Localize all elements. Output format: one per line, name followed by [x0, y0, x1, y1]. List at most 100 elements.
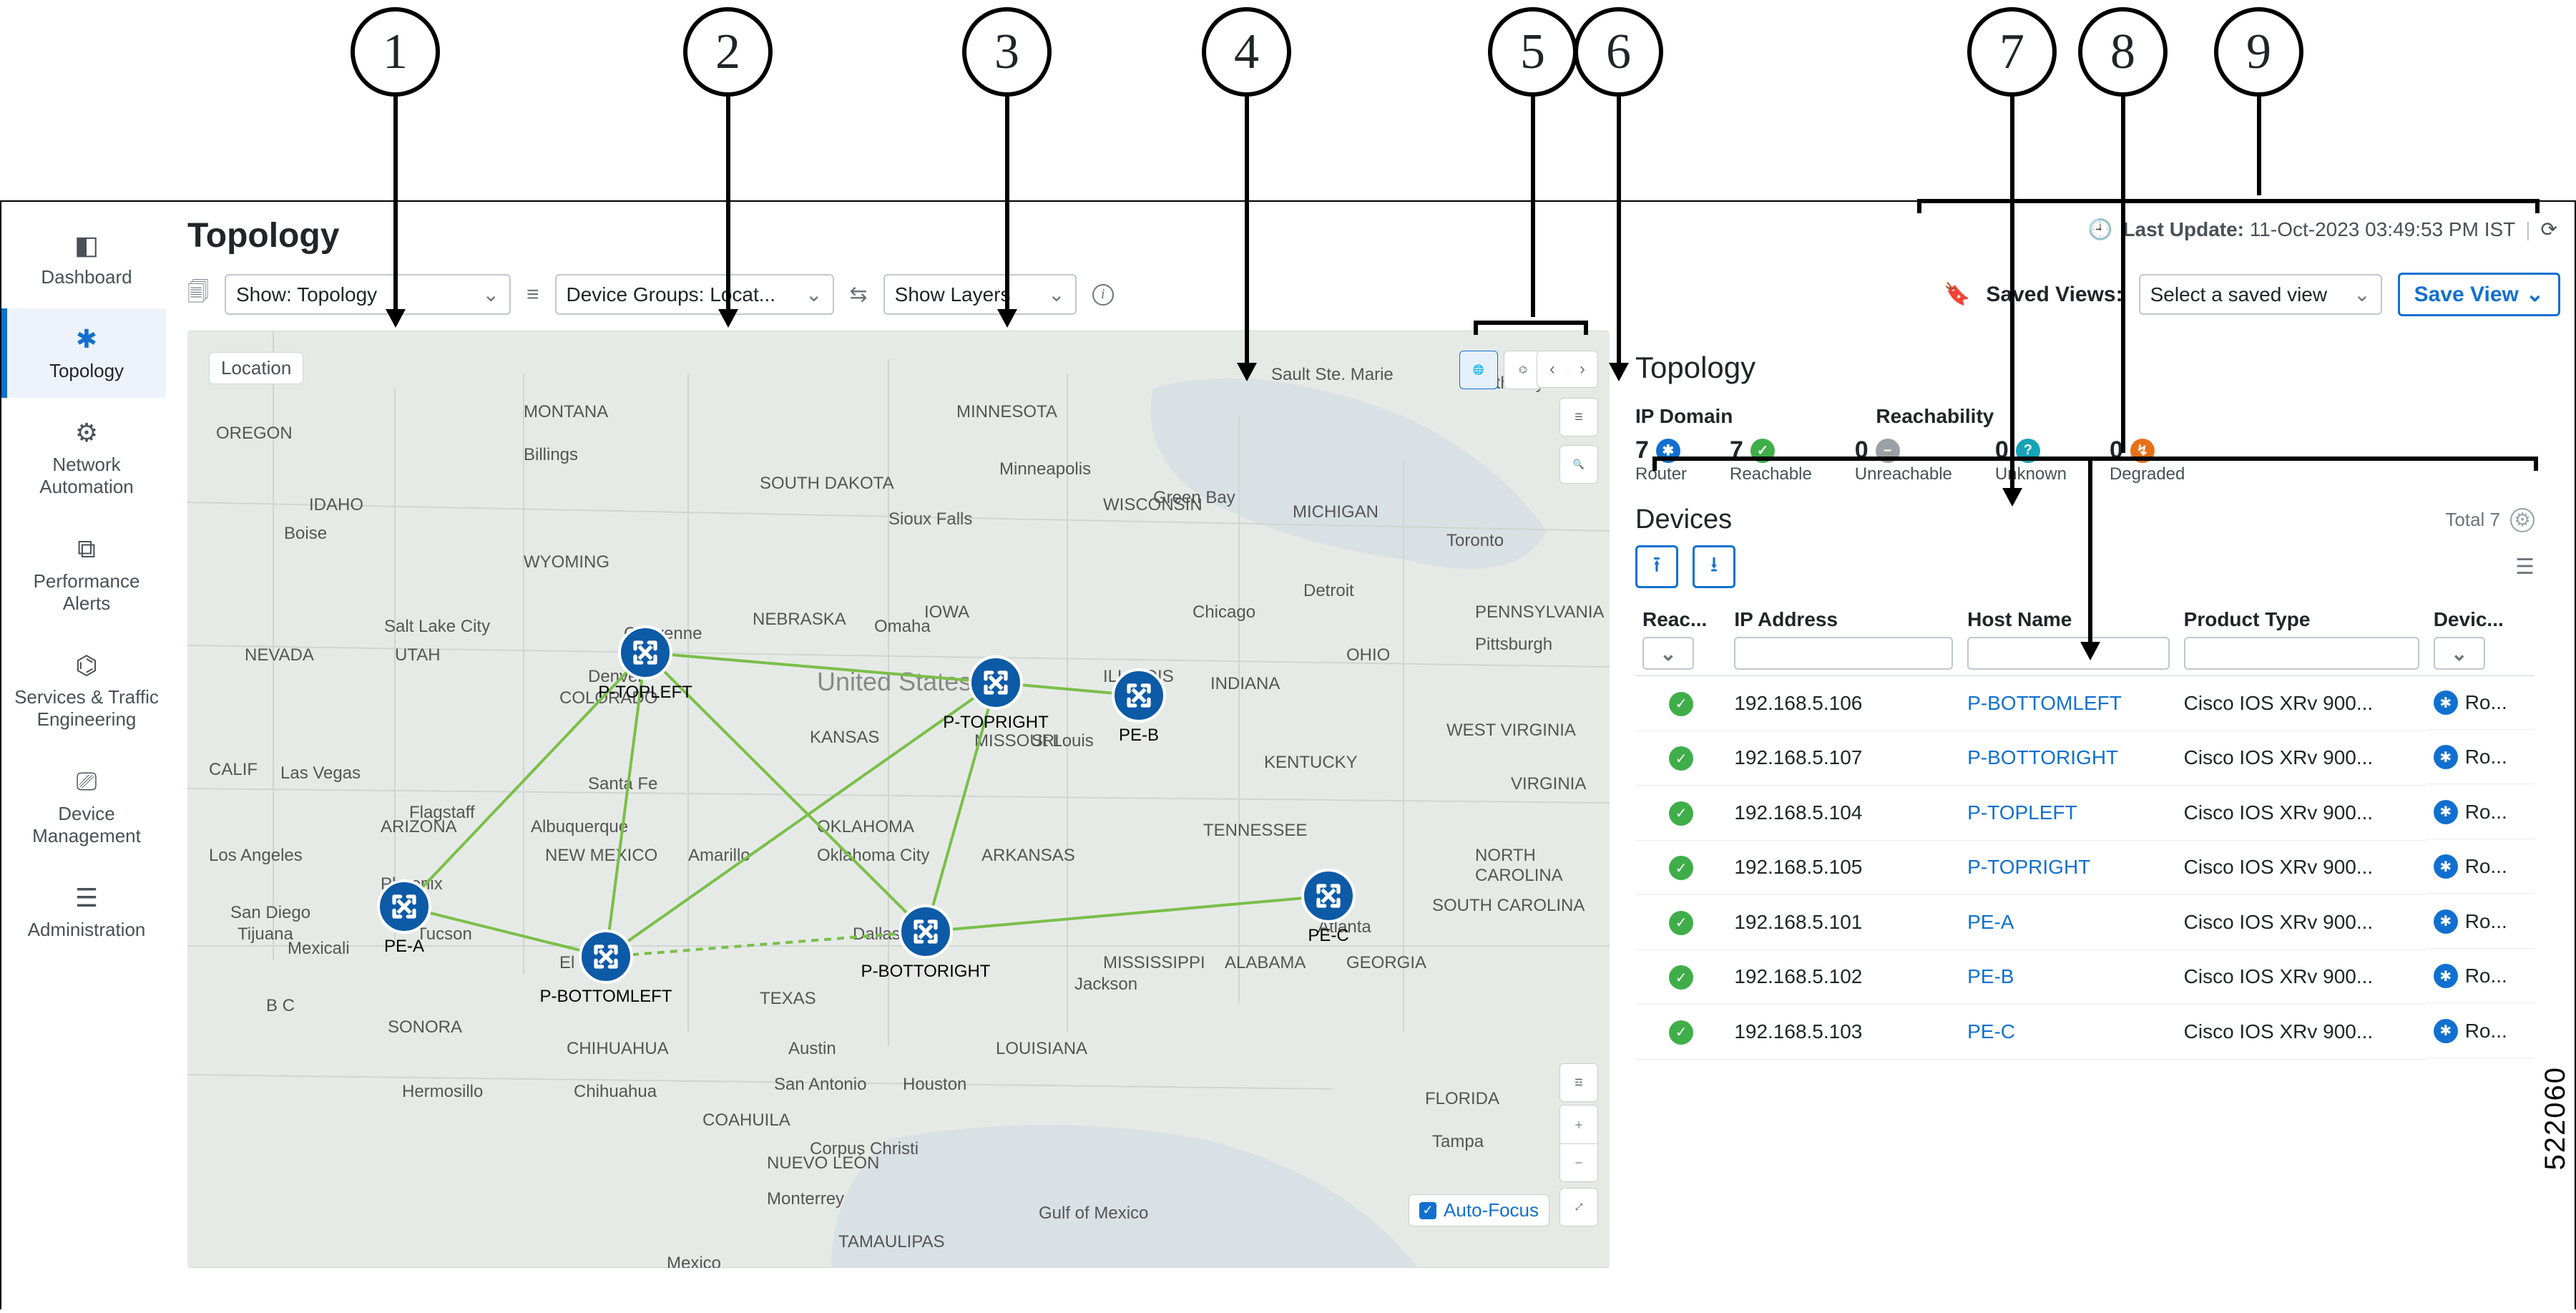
- product-filter[interactable]: [2184, 637, 2419, 670]
- sidebar-label: Performance Alerts: [14, 570, 159, 615]
- host-link[interactable]: P-TOPRIGHT: [1967, 856, 2090, 878]
- col-ip[interactable]: IP Address: [1734, 608, 1838, 630]
- map-layers-button[interactable]: ☰: [1559, 398, 1598, 436]
- map-globe-toggle[interactable]: 🌐: [1459, 351, 1498, 389]
- export-button[interactable]: ⭱: [1635, 545, 1678, 588]
- ip-filter[interactable]: [1734, 637, 1953, 670]
- cell-product: Cisco IOS XRv 900...: [2177, 840, 2426, 895]
- callout-9: 9: [2214, 7, 2303, 97]
- sidebar-item-device-management[interactable]: ⎚Device Management: [1, 751, 166, 863]
- host-link[interactable]: P-BOTTORIGHT: [1967, 746, 2118, 768]
- col-host[interactable]: Host Name: [1967, 608, 2072, 630]
- host-link[interactable]: PE-C: [1967, 1020, 2015, 1043]
- breadcrumb-chip[interactable]: Location: [209, 352, 303, 384]
- button-label: Save View: [2414, 283, 2519, 307]
- select-label: Show: Topology: [236, 283, 377, 306]
- host-link[interactable]: P-TOPLEFT: [1967, 801, 2077, 824]
- topology-node-label: P-TOPLEFT: [598, 683, 692, 703]
- cell-ip: 192.168.5.102: [1727, 950, 1960, 1005]
- refresh-icon[interactable]: ⟳: [2541, 218, 2557, 241]
- cell-ip: 192.168.5.103: [1727, 1005, 1960, 1060]
- sidebar-item-administration[interactable]: ☰Administration: [1, 867, 166, 957]
- router-icon: ✱: [2434, 1019, 2458, 1043]
- show-select[interactable]: Show: Topology ⌄: [225, 274, 511, 315]
- device-groups-select[interactable]: Device Groups: Locat...⌄: [555, 274, 834, 315]
- status-ok-icon: ✓: [1669, 746, 1693, 771]
- sidebar-item-dashboard[interactable]: ◧Dashboard: [1, 215, 166, 304]
- cell-ip: 192.168.5.104: [1727, 786, 1960, 841]
- table-row[interactable]: ✓192.168.5.105P-TOPRIGHTCisco IOS XRv 90…: [1635, 840, 2535, 895]
- topology-node[interactable]: [969, 655, 1023, 710]
- chevron-down-icon: ⌄: [474, 283, 499, 306]
- sidebar-item-topology[interactable]: ✱Topology: [1, 308, 166, 398]
- topology-side-panel: Topology IP Domain Reachability 7✱ Route…: [1610, 331, 2560, 1268]
- topology-node-label: PE-A: [384, 937, 424, 957]
- cell-product: Cisco IOS XRv 900...: [2177, 950, 2426, 1005]
- callout-3: 3: [962, 7, 1052, 97]
- map[interactable]: OREGONIDAHOBoiseMONTANABillingsWYOMINGNE…: [187, 331, 1610, 1268]
- sidebar-label: Dashboard: [41, 266, 132, 288]
- table-row[interactable]: ✓192.168.5.106P-BOTTOMLEFTCisco IOS XRv …: [1635, 676, 2535, 731]
- table-row[interactable]: ✓192.168.5.107P-BOTTORIGHTCisco IOS XRv …: [1635, 731, 2535, 786]
- topology-node[interactable]: [579, 929, 633, 984]
- topology-node[interactable]: [618, 625, 672, 680]
- chevron-down-icon: ⌄: [2526, 282, 2544, 307]
- sidebar-item-network-automation[interactable]: ⚙Network Automation: [1, 402, 166, 514]
- map-legend-button[interactable]: ☲: [1559, 1063, 1598, 1102]
- host-filter[interactable]: [1967, 637, 2170, 670]
- table-row[interactable]: ✓192.168.5.101PE-ACisco IOS XRv 900...✱R…: [1635, 895, 2535, 950]
- sidebar-item-performance-alerts[interactable]: ⧉Performance Alerts: [1, 518, 166, 630]
- device-filter[interactable]: ⌄: [2434, 637, 2485, 670]
- cell-ip: 192.168.5.101: [1727, 895, 1960, 950]
- bookmark-icon: 🔖: [1944, 282, 1970, 307]
- cell-ip: 192.168.5.105: [1727, 840, 1960, 895]
- sidebar-label: Topology: [49, 360, 124, 382]
- host-link[interactable]: PE-A: [1967, 911, 2014, 933]
- callout-8: 8: [2078, 7, 2168, 97]
- router-icon: ✱: [2434, 964, 2458, 988]
- saved-icon: 🗐: [187, 276, 209, 313]
- status-ok-icon: ✓: [1669, 692, 1693, 716]
- topology-node[interactable]: [898, 904, 953, 959]
- auto-focus-toggle[interactable]: ✓ Auto-Focus: [1409, 1194, 1549, 1226]
- zoom-out-icon[interactable]: －: [1574, 1144, 1583, 1182]
- checkbox-checked-icon: ✓: [1419, 1202, 1436, 1219]
- filter-icon: ≡: [527, 283, 539, 307]
- devices-total: Total 7: [2445, 509, 2500, 531]
- reach-filter[interactable]: ⌄: [1642, 637, 1694, 670]
- topology-node[interactable]: [1301, 869, 1356, 923]
- col-product[interactable]: Product Type: [2184, 608, 2311, 630]
- host-link[interactable]: PE-B: [1967, 965, 2014, 987]
- topology-node[interactable]: [377, 879, 431, 934]
- sidebar-label: Device Management: [14, 803, 159, 847]
- column-filter-icon[interactable]: ☰: [2515, 555, 2535, 580]
- table-row[interactable]: ✓192.168.5.102PE-BCisco IOS XRv 900...✱R…: [1635, 950, 2535, 1005]
- topology-node[interactable]: [1112, 668, 1166, 723]
- table-row[interactable]: ✓192.168.5.103PE-CCisco IOS XRv 900...✱R…: [1635, 1005, 2535, 1060]
- host-link[interactable]: P-BOTTOMLEFT: [1967, 692, 2122, 714]
- map-search-button[interactable]: 🔍: [1559, 445, 1598, 484]
- cell-device: ✱Ro...: [2426, 950, 2535, 1003]
- zoom-in-icon[interactable]: ＋: [1560, 1105, 1597, 1144]
- show-layers-select[interactable]: Show Layers⌄: [883, 274, 1077, 315]
- sidebar-label: Network Automation: [14, 454, 159, 498]
- topology-node-label: P-BOTTORIGHT: [861, 962, 991, 982]
- gear-icon[interactable]: ⚙: [2510, 508, 2535, 532]
- saved-views-select[interactable]: Select a saved view⌄: [2139, 274, 2382, 315]
- col-device[interactable]: Devic...: [2434, 608, 2504, 630]
- sidebar-item-services-traffic[interactable]: ⌬Services & Traffic Engineering: [1, 635, 166, 746]
- import-button[interactable]: ⭳: [1693, 545, 1735, 588]
- table-row[interactable]: ✓192.168.5.104P-TOPLEFTCisco IOS XRv 900…: [1635, 786, 2535, 841]
- saved-views-label: Saved Views:: [1986, 283, 2122, 307]
- panel-collapse-toggle[interactable]: ‹›: [1537, 351, 1598, 388]
- col-reach[interactable]: Reac...: [1642, 608, 1707, 630]
- save-view-button[interactable]: Save View ⌄: [2398, 273, 2560, 316]
- sidebar-label: Services & Traffic Engineering: [14, 686, 159, 731]
- cell-product: Cisco IOS XRv 900...: [2177, 1005, 2426, 1060]
- map-zoom[interactable]: ＋ －: [1559, 1105, 1598, 1182]
- callout-6: 6: [1574, 7, 1663, 97]
- chevron-down-icon: ⌄: [797, 283, 822, 306]
- info-icon[interactable]: i: [1092, 284, 1114, 306]
- map-fit-button[interactable]: ⤢: [1559, 1188, 1598, 1226]
- ip-domain-label: IP Domain: [1635, 405, 1733, 428]
